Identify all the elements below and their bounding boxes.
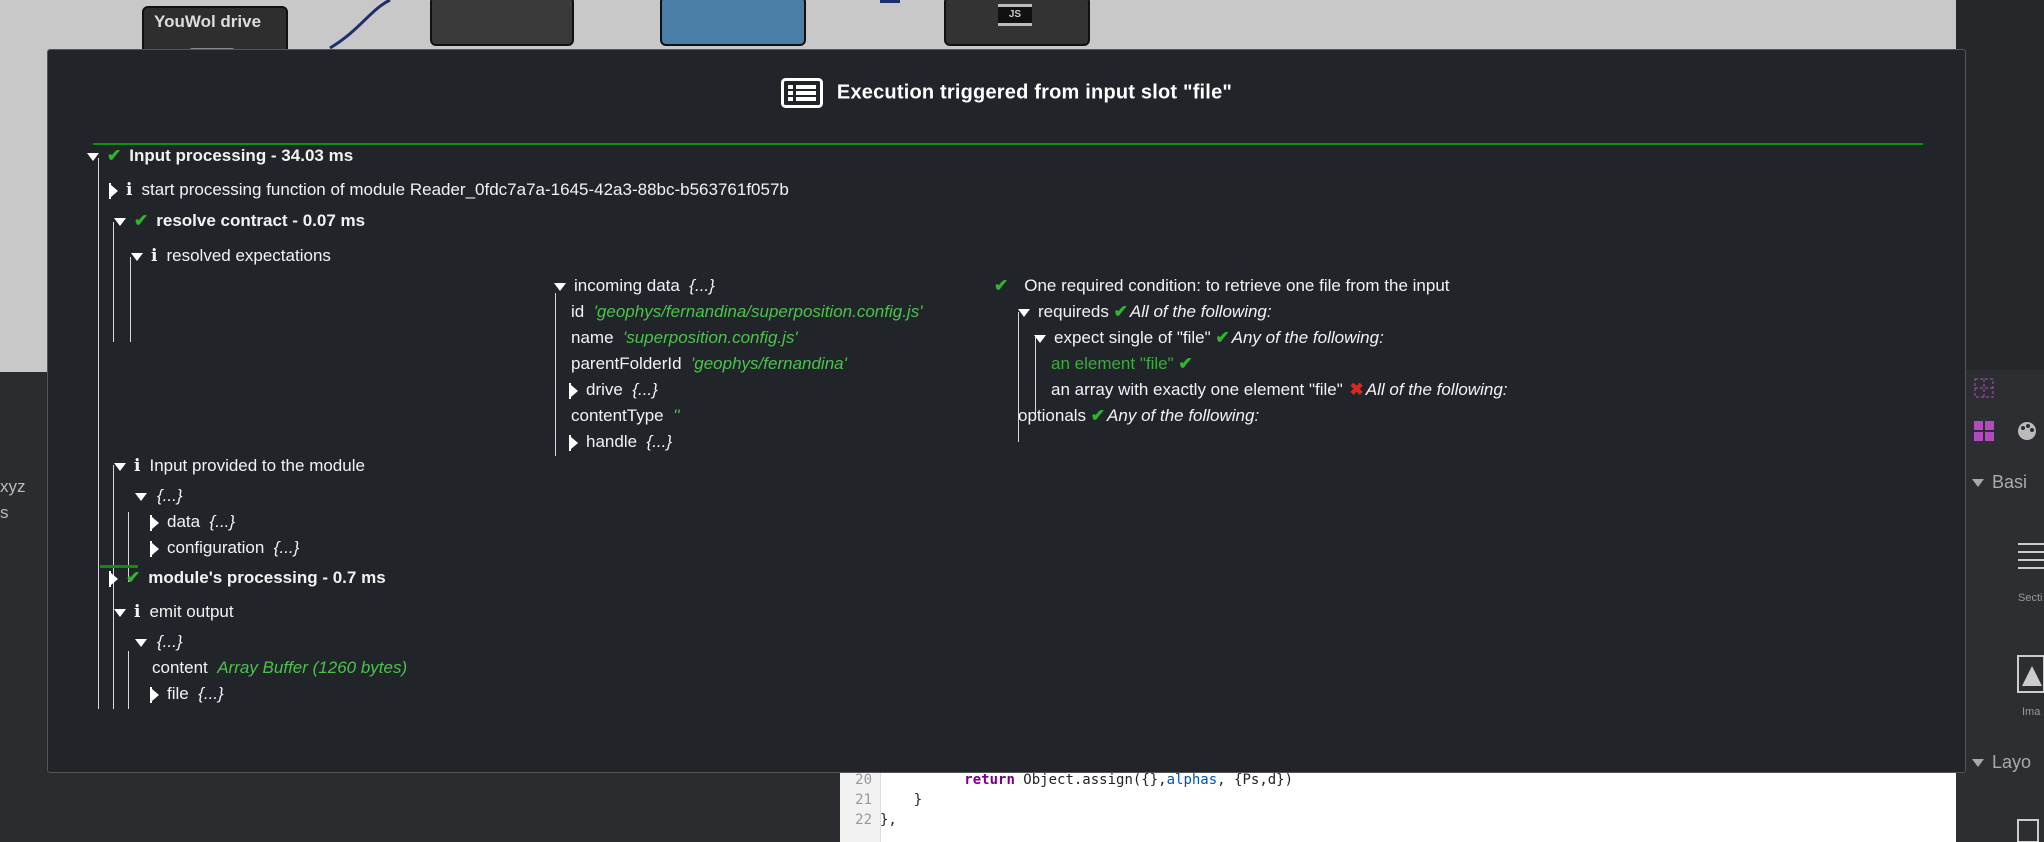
info-icon: i — [134, 456, 141, 476]
tree-line — [113, 222, 114, 342]
header-divider — [93, 143, 1923, 145]
basic-section-header[interactable]: Basi — [1972, 472, 2027, 493]
chevron-right-icon — [109, 182, 118, 199]
input-configuration-node[interactable]: configuration {...} — [150, 537, 299, 559]
chevron-down-icon — [135, 492, 147, 501]
check-icon: ✔ — [107, 146, 122, 165]
start-processing-node[interactable]: i start processing function of module Rea… — [109, 179, 789, 201]
input-data-node[interactable]: data {...} — [150, 511, 235, 533]
cross-icon: ✖ — [1349, 380, 1364, 399]
chevron-down-icon — [1972, 479, 1984, 488]
right-sidebar: Basi Secti Ima Layo — [1956, 0, 2044, 842]
tree-line — [130, 257, 131, 342]
tree-line — [555, 293, 556, 456]
chevron-down-icon — [554, 282, 566, 291]
chevron-right-icon — [150, 686, 159, 703]
code-editor[interactable]: 20 return Object.assign({},alphas, {Ps,d… — [840, 770, 1956, 842]
module-box[interactable] — [430, 0, 574, 46]
chevron-down-icon — [131, 252, 143, 261]
modal-title: Execution triggered from input slot "fil… — [48, 78, 1965, 108]
an-element-condition: an element "file" ✔ — [1051, 354, 1193, 373]
chevron-down-icon — [87, 152, 99, 161]
tree-line — [98, 158, 99, 709]
modal-title-text: Execution triggered from input slot "fil… — [836, 81, 1233, 104]
code-line: 21 } — [855, 792, 923, 808]
check-icon: ✔ — [126, 568, 141, 587]
output-content-field: content Array Buffer (1260 bytes) — [152, 658, 408, 677]
check-icon: ✔ — [134, 211, 149, 230]
chevron-down-icon — [135, 638, 147, 647]
chevron-down-icon — [114, 608, 126, 617]
palette-icon[interactable] — [2016, 420, 2038, 442]
section-block-label: Secti — [2018, 592, 2043, 604]
layout-block-icon[interactable] — [2016, 818, 2044, 842]
tree-line — [113, 651, 114, 709]
requireds-node[interactable]: requireds ✔ All of the following: — [1018, 301, 1272, 323]
incoming-field-parentfolderid: parentFolderId 'geophys/fernandina' — [571, 354, 847, 373]
incoming-field-contenttype: contentType '' — [571, 406, 680, 425]
blocks-icon[interactable] — [1973, 420, 1995, 442]
output-file-node[interactable]: file {...} — [150, 683, 224, 705]
incoming-field-drive[interactable]: drive {...} — [569, 379, 658, 401]
info-icon: i — [134, 602, 141, 622]
module-box[interactable] — [660, 0, 806, 46]
js-icon: JS — [998, 4, 1032, 26]
an-array-condition: an array with exactly one element "file"… — [1051, 380, 1508, 399]
chevron-down-icon — [114, 217, 126, 226]
expect-single-node[interactable]: expect single of "file" ✔ Any of the foll… — [1034, 327, 1384, 349]
module-title: YouWol drive — [154, 12, 262, 31]
info-icon: i — [126, 180, 133, 200]
modules-processing-node[interactable]: ✔ module's processing - 0.7 ms — [109, 567, 386, 589]
image-block-label: Ima — [2022, 706, 2041, 718]
resolve-contract-node[interactable]: ✔ resolve contract - 0.07 ms — [114, 210, 365, 232]
check-icon: ✔ — [1178, 354, 1193, 373]
incoming-data-node[interactable]: incoming data {...} — [554, 275, 715, 297]
incoming-field-handle[interactable]: handle {...} — [569, 431, 672, 453]
chevron-down-icon — [114, 462, 126, 471]
chevron-right-icon — [150, 514, 159, 531]
side-text: xyz — [0, 477, 26, 496]
execution-log-modal: Execution triggered from input slot "fil… — [47, 49, 1966, 773]
chevron-right-icon — [569, 434, 578, 451]
grid-select-icon[interactable] — [1973, 377, 1995, 399]
check-icon: ✔ — [994, 276, 1009, 295]
check-icon: ✔ — [1090, 406, 1106, 425]
input-object-node[interactable]: {...} — [135, 485, 183, 507]
resolved-expectations-node[interactable]: i resolved expectations — [131, 245, 331, 267]
output-object-node[interactable]: {...} — [135, 631, 183, 653]
check-icon: ✔ — [1215, 328, 1230, 347]
list-alt-icon — [780, 78, 823, 108]
chevron-down-icon — [1972, 759, 1984, 768]
chevron-right-icon — [150, 540, 159, 557]
chevron-right-icon — [109, 570, 118, 587]
chevron-down-icon — [1034, 334, 1046, 343]
chevron-right-icon — [569, 382, 578, 399]
incoming-field-name: name 'superposition.config.js' — [571, 328, 798, 347]
code-line: 22}, — [855, 812, 897, 828]
module-js[interactable]: JS — [944, 0, 1090, 46]
required-condition: ✔ One required condition: to retrieve one… — [994, 276, 1450, 295]
tree-line — [128, 651, 129, 709]
chevron-down-icon — [1018, 308, 1030, 317]
optionals-node[interactable]: optionals ✔ Any of the following: — [1018, 405, 1259, 427]
incoming-field-id: id 'geophys/fernandina/superposition.con… — [571, 302, 923, 321]
emit-output-node[interactable]: i emit output — [114, 601, 234, 623]
code-line: 20 return Object.assign({},alphas, {Ps,d… — [855, 772, 1294, 788]
section-block-icon[interactable] — [2016, 540, 2044, 580]
input-provided-node[interactable]: i Input provided to the module — [114, 455, 365, 477]
image-block-icon[interactable] — [2016, 654, 2044, 694]
info-icon: i — [151, 246, 158, 266]
input-processing-node[interactable]: ✔ Input processing - 34.03 ms — [87, 145, 353, 167]
check-icon: ✔ — [1113, 302, 1128, 321]
side-text: s — [0, 503, 9, 522]
layout-section-header[interactable]: Layo — [1972, 752, 2031, 773]
